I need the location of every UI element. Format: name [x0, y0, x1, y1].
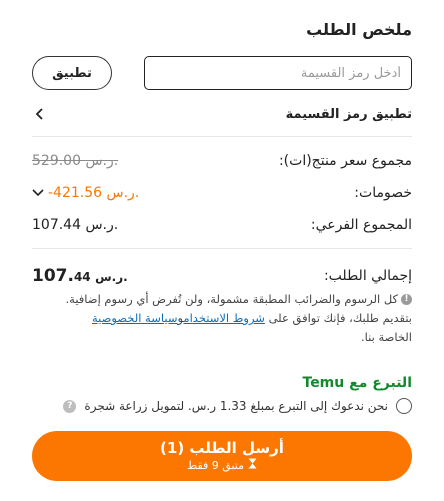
- items-total-label: مجموع سعر منتج(ات):: [278, 153, 412, 169]
- donate-title: التبرع مع Temu: [302, 375, 413, 391]
- stock-remaining: متبق 9 فقط: [187, 458, 257, 474]
- order-total-row: إجمالي الطلب: 107.44 ر.س.: [32, 265, 412, 287]
- divider: [32, 136, 412, 137]
- apply-coupon-code-label: تطبيق رمز القسيمة: [285, 106, 412, 122]
- donate-radio[interactable]: [396, 398, 412, 414]
- submit-order-label: أرسل الطلب (1): [160, 439, 284, 457]
- agreement-note-end: الخاصة بنا.: [360, 330, 412, 344]
- legal-note: !كل الرسوم والضرائب المطبقة مشمولة، ولن …: [24, 290, 412, 347]
- apply-coupon-button[interactable]: تطبيق: [32, 56, 112, 90]
- discounts-label: خصومات:: [354, 185, 412, 201]
- subtotal-label: المجموع الفرعي:: [310, 217, 412, 233]
- stock-remaining-label: متبق 9 فقط: [187, 459, 244, 472]
- order-total-value: 107.44 ر.س.: [32, 266, 128, 286]
- items-total-value: 529.00 ر.س.: [32, 153, 119, 169]
- submit-order-button[interactable]: أرسل الطلب (1) متبق 9 فقط: [32, 431, 412, 481]
- coupon-code-input[interactable]: [144, 56, 412, 90]
- donate-row[interactable]: نحن ندعوك إلى التبرع بمبلغ 1.33 ر.س. لتم…: [36, 398, 412, 414]
- divider: [32, 248, 412, 249]
- terms-of-use-link[interactable]: شروط الاستخدام: [183, 311, 265, 325]
- info-icon: !: [401, 294, 412, 305]
- donate-text: نحن ندعوك إلى التبرع بمبلغ 1.33 ر.س. لتم…: [84, 399, 388, 413]
- discounts-value: -421.56 ر.س.: [48, 185, 140, 201]
- agreement-note: بتقديم طلبك، فإنك توافق على شروط الاستخد…: [91, 311, 412, 325]
- order-total-label: إجمالي الطلب:: [323, 268, 412, 284]
- privacy-policy-link[interactable]: سياسة الخصوصية: [92, 311, 178, 325]
- subtotal-value: 107.44 ر.س.: [32, 217, 119, 233]
- question-icon[interactable]: ?: [63, 399, 77, 413]
- discounts-row[interactable]: خصومات: -421.56 ر.س.: [32, 183, 412, 203]
- discounts-toggle[interactable]: -421.56 ر.س.: [32, 185, 139, 201]
- subtotal-row: المجموع الفرعي: 107.44 ر.س.: [32, 215, 412, 235]
- chevron-down-icon: [32, 185, 44, 201]
- hourglass-icon: [248, 458, 257, 474]
- apply-coupon-code-row[interactable]: تطبيق رمز القسيمة: [32, 100, 412, 128]
- order-summary-title: ملخص الطلب: [306, 20, 412, 39]
- items-total-row: مجموع سعر منتج(ات): 529.00 ر.س.: [32, 151, 412, 171]
- fees-note: !كل الرسوم والضرائب المطبقة مشمولة، ولن …: [24, 290, 412, 309]
- chevron-left-icon: [32, 106, 48, 122]
